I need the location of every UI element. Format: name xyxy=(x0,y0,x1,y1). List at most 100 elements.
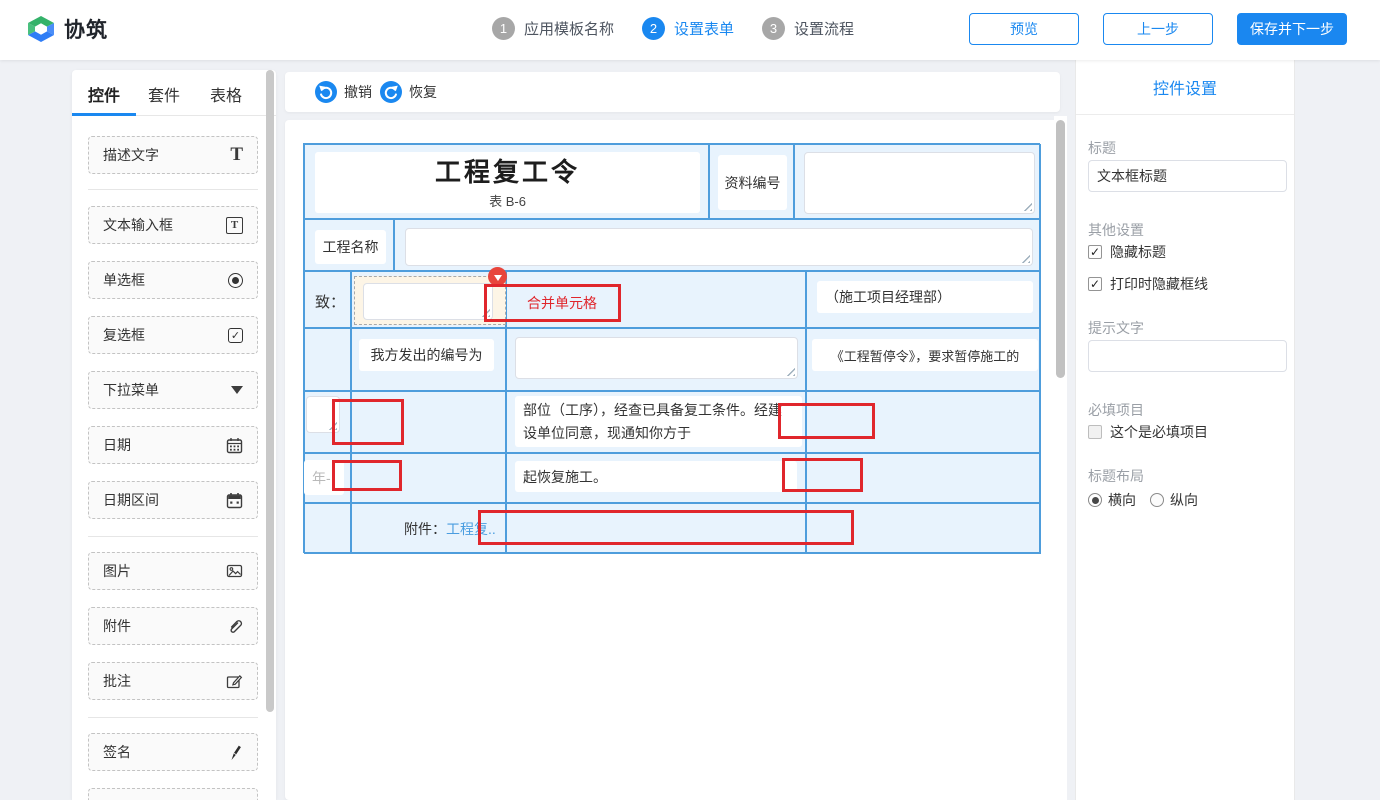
delete-cell-badge-icon[interactable] xyxy=(488,267,507,286)
form-cell-title[interactable]: 工程复工令 表 B-6 xyxy=(304,144,709,219)
layout-horizontal-radio[interactable] xyxy=(1088,493,1102,507)
date-placeholder[interactable]: 年- xyxy=(304,460,344,495)
control-item-date-range[interactable]: 日期区间 xyxy=(88,481,258,519)
issued-no-label[interactable]: 我方发出的编号为 xyxy=(359,339,494,371)
control-item-attachment[interactable]: 附件 xyxy=(88,607,258,645)
undo-button[interactable]: 撤销 xyxy=(315,81,372,103)
project-name-textarea[interactable] xyxy=(405,228,1033,266)
control-item-text-input[interactable]: 文本输入框 T xyxy=(88,206,258,244)
hide-title-label: 隐藏标题 xyxy=(1110,242,1166,262)
form-cell-issued-no-input[interactable] xyxy=(506,328,806,391)
step-1[interactable]: 1 应用模板名称 xyxy=(492,17,614,40)
form-cell-r7-a[interactable] xyxy=(304,503,351,554)
to-textarea[interactable] xyxy=(363,283,493,320)
annotate-icon xyxy=(226,673,243,690)
save-next-button[interactable]: 保存并下一步 xyxy=(1237,13,1347,45)
form-cell-project-label[interactable]: 工程名称 xyxy=(304,219,394,271)
form-title-box[interactable]: 工程复工令 表 B-6 xyxy=(315,152,700,213)
hide-title-checkbox[interactable]: ✓ xyxy=(1088,245,1102,259)
control-item-radio[interactable]: 单选框 xyxy=(88,261,258,299)
step-2[interactable]: 2 设置表单 xyxy=(642,17,734,40)
tab-controls[interactable]: 控件 xyxy=(88,82,120,106)
issued-no-textarea[interactable] xyxy=(515,337,798,379)
canvas-scrollbar-thumb[interactable] xyxy=(1056,120,1065,378)
form-cell-r6-b[interactable] xyxy=(351,453,506,503)
control-item-partial[interactable] xyxy=(88,788,258,800)
form-cell-r5-d[interactable] xyxy=(806,391,1041,453)
pen-icon xyxy=(228,744,243,761)
form-cell-to-input[interactable] xyxy=(351,271,506,328)
redo-icon xyxy=(380,81,402,103)
divider xyxy=(88,717,258,718)
prev-step-button[interactable]: 上一步 xyxy=(1103,13,1213,45)
form-cell-project-input[interactable] xyxy=(394,219,1041,271)
form-cell-dept[interactable]: （施工项目经理部） xyxy=(806,271,1041,328)
stepper: 1 应用模板名称 2 设置表单 3 设置流程 xyxy=(492,17,882,40)
step-3-label: 设置流程 xyxy=(794,18,854,39)
tab-kits[interactable]: 套件 xyxy=(148,82,180,106)
redo-button[interactable]: 恢复 xyxy=(380,81,437,103)
form-subtitle: 表 B-6 xyxy=(489,191,526,210)
form-cell-date[interactable]: 年- xyxy=(304,453,351,503)
control-item-dropdown[interactable]: 下拉菜单 xyxy=(88,371,258,409)
hide-border-print-option[interactable]: ✓ 打印时隐藏框线 xyxy=(1088,274,1208,294)
control-item-label: 文本输入框 xyxy=(103,215,173,235)
control-item-checkbox[interactable]: 复选框 ✓ xyxy=(88,316,258,354)
required-option[interactable]: ✓ 这个是必填项目 xyxy=(1088,422,1208,442)
form-cell-r5-a[interactable] xyxy=(304,391,351,453)
project-name-label[interactable]: 工程名称 xyxy=(315,230,386,264)
field-title-label: 标题 xyxy=(1088,138,1116,158)
form-cell-resume-text[interactable]: 起恢复施工。 xyxy=(506,453,806,503)
stop-order-text[interactable]: 《工程暂停令》，要求暂停施工的 xyxy=(812,339,1038,371)
control-item-label: 描述文字 xyxy=(103,145,159,165)
resume-text[interactable]: 起恢复施工。 xyxy=(515,461,797,492)
form-cell-resume-condition[interactable]: 部位（工序），经查已具备复工条件。经建设单位同意，现通知你方于 xyxy=(506,391,806,453)
control-item-annotation[interactable]: 批注 xyxy=(88,662,258,700)
layout-vertical-radio[interactable] xyxy=(1150,493,1164,507)
tab-tables[interactable]: 表格 xyxy=(210,82,242,106)
control-item-date[interactable]: 日期 xyxy=(88,426,258,464)
other-settings-label: 其他设置 xyxy=(1088,220,1144,240)
radio-icon xyxy=(228,273,243,288)
selected-cell[interactable] xyxy=(354,276,506,325)
form-cell-doc-no-label[interactable]: 资料编号 xyxy=(709,144,794,219)
field-title-input[interactable] xyxy=(1088,160,1287,192)
control-item-signature[interactable]: 签名 xyxy=(88,733,258,771)
form-cell-r5-b[interactable] xyxy=(351,391,506,453)
image-icon xyxy=(226,563,243,579)
form-cell-r4-a[interactable] xyxy=(304,328,351,391)
form-cell-attachment[interactable]: 附件： 工程复.. xyxy=(351,503,506,554)
active-tab-underline xyxy=(72,113,136,116)
form-cell-r7-c[interactable] xyxy=(506,503,806,554)
step-1-circle: 1 xyxy=(492,17,515,40)
small-textarea[interactable] xyxy=(306,396,340,433)
form-cell-merge-target[interactable] xyxy=(506,271,806,328)
hide-border-print-checkbox[interactable]: ✓ xyxy=(1088,277,1102,291)
attachment-link[interactable]: 工程复.. xyxy=(446,519,496,539)
doc-no-textarea[interactable] xyxy=(804,152,1035,214)
step-3[interactable]: 3 设置流程 xyxy=(762,17,854,40)
doc-no-label[interactable]: 资料编号 xyxy=(718,155,787,210)
serif-text-icon: T xyxy=(230,144,243,166)
control-item-description-text[interactable]: 描述文字 T xyxy=(88,136,258,174)
required-checkbox[interactable]: ✓ xyxy=(1088,425,1102,439)
preview-button[interactable]: 预览 xyxy=(969,13,1079,45)
form-cell-r7-d[interactable] xyxy=(806,503,1041,554)
paperclip-icon xyxy=(226,618,243,635)
form-canvas: 工程复工令 表 B-6 资料编号 工程名称 致： （施工 xyxy=(285,120,1060,800)
hide-title-option[interactable]: ✓ 隐藏标题 xyxy=(1088,242,1166,262)
form-cell-doc-no-input[interactable] xyxy=(794,144,1041,219)
dept-text[interactable]: （施工项目经理部） xyxy=(817,281,1033,313)
placeholder-text-input[interactable] xyxy=(1088,340,1287,372)
form-cell-r6-d[interactable] xyxy=(806,453,1041,503)
sidebar-scrollbar-thumb[interactable] xyxy=(266,70,274,712)
form-cell-stop-order[interactable]: 《工程暂停令》，要求暂停施工的 xyxy=(806,328,1041,391)
step-3-circle: 3 xyxy=(762,17,785,40)
to-label: 致： xyxy=(315,291,345,312)
form-cell-issued-no-label[interactable]: 我方发出的编号为 xyxy=(351,328,506,391)
placeholder-text-label: 提示文字 xyxy=(1088,318,1144,338)
control-item-image[interactable]: 图片 xyxy=(88,552,258,590)
logo[interactable]: 协筑 xyxy=(26,14,108,44)
form-cell-to-label[interactable]: 致： xyxy=(304,271,351,328)
resume-condition-text[interactable]: 部位（工序），经查已具备复工条件。经建设单位同意，现通知你方于 xyxy=(515,396,802,447)
